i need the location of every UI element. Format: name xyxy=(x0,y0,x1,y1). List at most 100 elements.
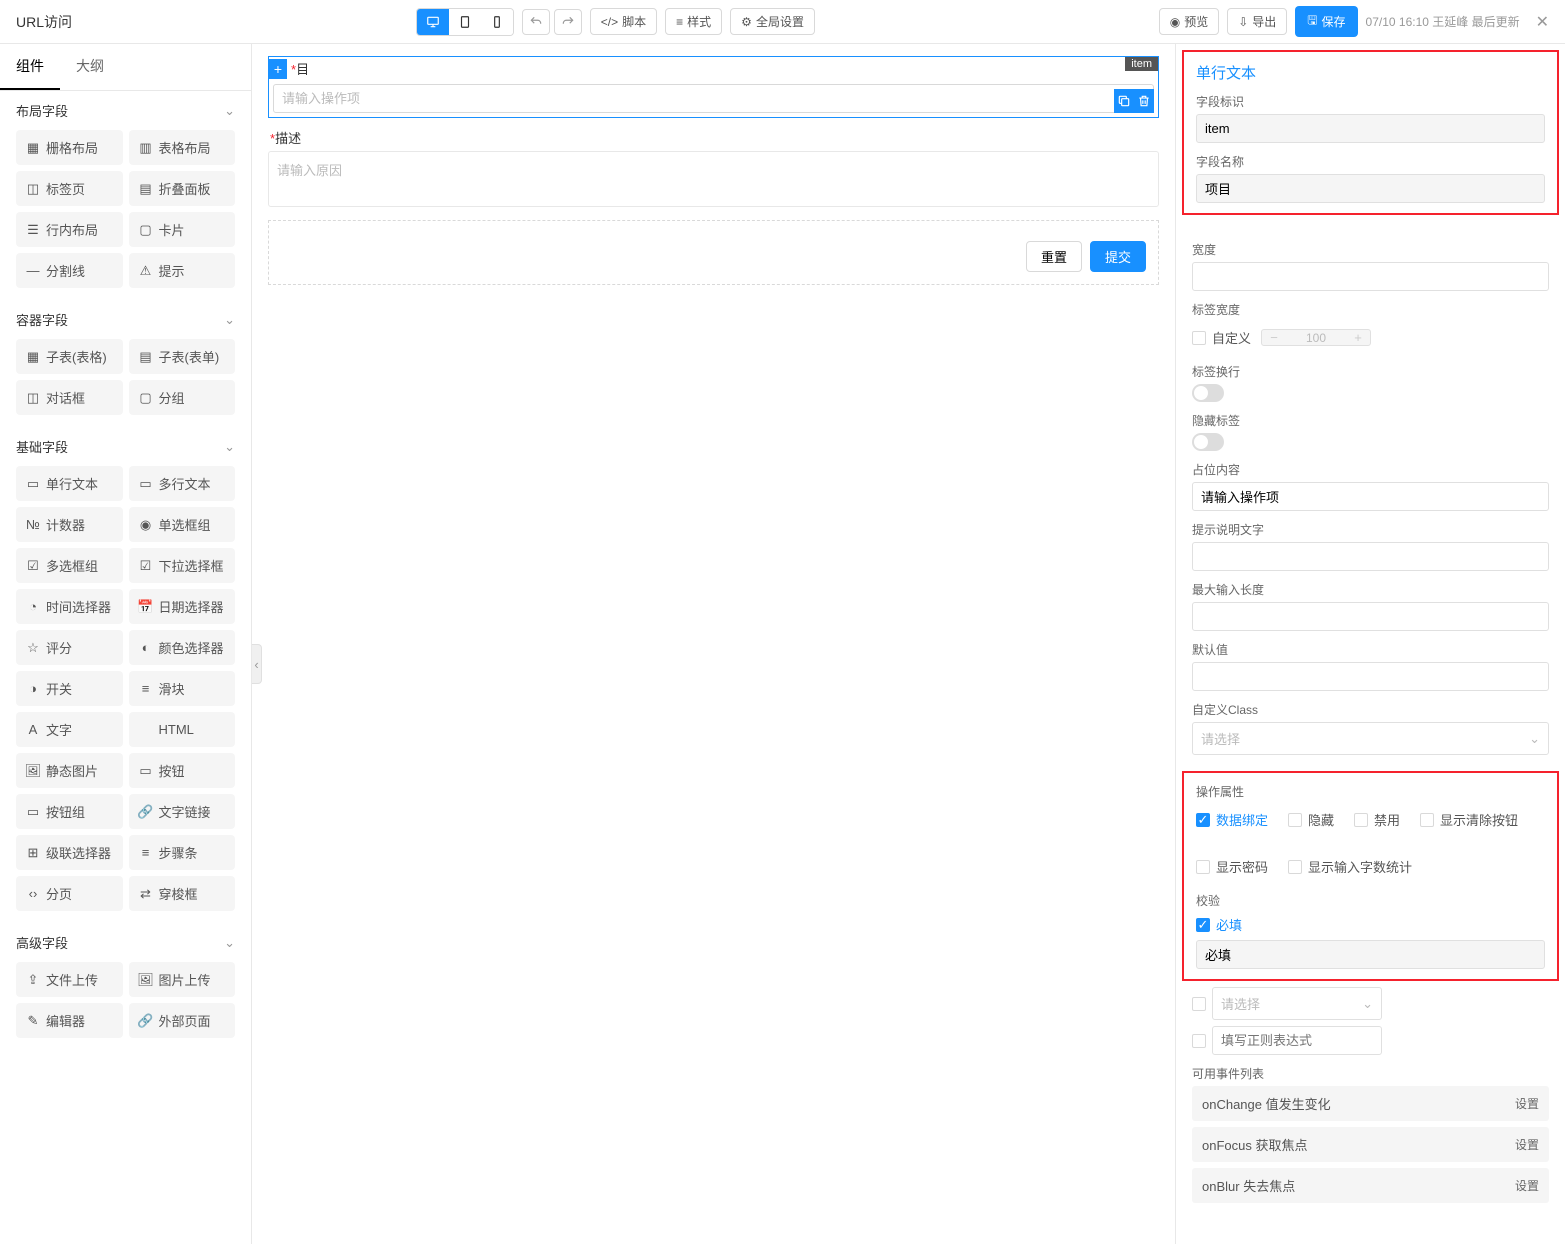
op-checkbox[interactable] xyxy=(1354,813,1368,827)
main: 组件 大纲 布局字段⌄▦栅格布局▥表格布局◫标签页▤折叠面板☰行内布局▢卡片—分… xyxy=(0,44,1565,1244)
stepper-minus[interactable]: − xyxy=(1262,330,1286,345)
component-label: 日期选择器 xyxy=(159,597,224,616)
regex-checkbox[interactable] xyxy=(1192,1034,1206,1048)
component-item[interactable]: 🖼静态图片 xyxy=(16,753,123,788)
desc-textarea[interactable] xyxy=(268,151,1159,207)
sidebar-collapse-handle[interactable]: ‹ xyxy=(252,644,262,684)
component-item[interactable]: ◉单选框组 xyxy=(129,507,236,542)
section-header[interactable]: 基础字段⌄ xyxy=(0,427,251,466)
component-item[interactable]: ▭多行文本 xyxy=(129,466,236,501)
op-checkbox[interactable]: ✓ xyxy=(1196,813,1210,827)
component-item[interactable]: ▥表格布局 xyxy=(129,130,236,165)
component-item[interactable]: ▤折叠面板 xyxy=(129,171,236,206)
section-header[interactable]: 布局字段⌄ xyxy=(0,91,251,130)
field-id-input[interactable] xyxy=(1196,114,1545,143)
desc-field[interactable]: *描述 xyxy=(268,124,1159,210)
delete-icon[interactable] xyxy=(1134,89,1154,113)
component-item[interactable]: ▭按钮 xyxy=(129,753,236,788)
selected-field[interactable]: + *目 item xyxy=(268,56,1159,118)
custom-checkbox[interactable] xyxy=(1192,331,1206,345)
component-item[interactable]: A文字 xyxy=(16,712,123,747)
event-settings-button[interactable]: 设置 xyxy=(1515,1095,1539,1112)
component-item[interactable]: ▦栅格布局 xyxy=(16,130,123,165)
op-checkbox[interactable] xyxy=(1288,860,1302,874)
op-checkbox[interactable] xyxy=(1196,860,1210,874)
hint-input[interactable] xyxy=(1192,542,1549,571)
section-header[interactable]: 容器字段⌄ xyxy=(0,300,251,339)
placeholder-input[interactable] xyxy=(1192,482,1549,511)
event-settings-button[interactable]: 设置 xyxy=(1515,1177,1539,1194)
component-item[interactable]: 🔗外部页面 xyxy=(129,1003,236,1038)
component-item[interactable]: HTML xyxy=(129,712,236,747)
style-button[interactable]: ≡样式 xyxy=(665,8,722,35)
component-label: 单行文本 xyxy=(46,474,98,493)
default-input[interactable] xyxy=(1192,662,1549,691)
hide-label-toggle[interactable] xyxy=(1192,433,1224,451)
required-msg-input[interactable] xyxy=(1196,940,1545,969)
chevron-down-icon: ⌄ xyxy=(224,103,235,119)
export-button[interactable]: ⇩导出 xyxy=(1227,8,1287,35)
redo-button[interactable] xyxy=(554,9,582,35)
component-item[interactable]: ☑多选框组 xyxy=(16,548,123,583)
component-item[interactable]: ✎编辑器 xyxy=(16,1003,123,1038)
component-item[interactable]: —分割线 xyxy=(16,253,123,288)
component-item[interactable]: 🔗文字链接 xyxy=(129,794,236,829)
component-item[interactable]: ⊞级联选择器 xyxy=(16,835,123,870)
width-input[interactable] xyxy=(1192,262,1549,291)
component-item[interactable]: ‹›分页 xyxy=(16,876,123,911)
component-item[interactable]: ◐颜色选择器 xyxy=(129,630,236,665)
component-item[interactable]: ◫标签页 xyxy=(16,171,123,206)
device-desktop[interactable] xyxy=(417,9,449,35)
maxlen-input[interactable] xyxy=(1192,602,1549,631)
component-item[interactable]: ⇄穿梭框 xyxy=(129,876,236,911)
op-checkbox[interactable] xyxy=(1288,813,1302,827)
component-item[interactable]: ▭单行文本 xyxy=(16,466,123,501)
close-icon[interactable]: ✕ xyxy=(1536,12,1549,32)
component-item[interactable]: №计数器 xyxy=(16,507,123,542)
validate-select-checkbox[interactable] xyxy=(1192,997,1206,1011)
undo-button[interactable] xyxy=(522,9,550,35)
global-settings-button[interactable]: ⚙全局设置 xyxy=(730,8,815,35)
stepper-plus[interactable]: + xyxy=(1346,330,1370,345)
component-item[interactable]: ▤子表(表单) xyxy=(129,339,236,374)
copy-icon[interactable] xyxy=(1114,89,1134,113)
component-item[interactable]: ▢分组 xyxy=(129,380,236,415)
component-item[interactable]: ▢卡片 xyxy=(129,212,236,247)
component-item[interactable]: ▭按钮组 xyxy=(16,794,123,829)
component-item[interactable]: ▦子表(表格) xyxy=(16,339,123,374)
component-item[interactable]: ◑开关 xyxy=(16,671,123,706)
tab-components[interactable]: 组件 xyxy=(0,44,60,90)
component-item[interactable]: ◫对话框 xyxy=(16,380,123,415)
class-select[interactable]: 请选择⌄ xyxy=(1192,722,1549,755)
field-name-input[interactable] xyxy=(1196,174,1545,203)
component-item[interactable]: 📅日期选择器 xyxy=(129,589,236,624)
submit-button[interactable]: 提交 xyxy=(1090,241,1146,272)
component-item[interactable]: ☆评分 xyxy=(16,630,123,665)
script-button[interactable]: </>脚本 xyxy=(590,8,657,35)
device-mobile[interactable] xyxy=(481,9,513,35)
reset-button[interactable]: 重置 xyxy=(1026,241,1082,272)
plus-icon[interactable]: + xyxy=(269,59,287,79)
component-item[interactable]: ≡步骤条 xyxy=(129,835,236,870)
component-icon: ⇄ xyxy=(139,887,153,901)
preview-button[interactable]: ◉预览 xyxy=(1159,8,1220,35)
validate-select[interactable]: 请选择⌄ xyxy=(1212,987,1382,1020)
event-settings-button[interactable]: 设置 xyxy=(1515,1136,1539,1153)
item-input[interactable] xyxy=(273,84,1154,113)
required-checkbox[interactable]: ✓ xyxy=(1196,918,1210,932)
component-item[interactable]: ⚠提示 xyxy=(129,253,236,288)
component-item[interactable]: 🖼图片上传 xyxy=(129,962,236,997)
regex-input[interactable] xyxy=(1212,1026,1382,1055)
section-header[interactable]: 高级字段⌄ xyxy=(0,923,251,962)
component-item[interactable]: ☰行内布局 xyxy=(16,212,123,247)
op-checkbox[interactable] xyxy=(1420,813,1434,827)
device-tablet[interactable] xyxy=(449,9,481,35)
component-item[interactable]: ☑下拉选择框 xyxy=(129,548,236,583)
save-button[interactable]: 🖫保存 xyxy=(1295,6,1357,37)
component-item[interactable]: ⇪文件上传 xyxy=(16,962,123,997)
label-width-stepper[interactable]: − 100 + xyxy=(1261,329,1371,346)
component-item[interactable]: ≡滑块 xyxy=(129,671,236,706)
tab-outline[interactable]: 大纲 xyxy=(60,44,120,90)
label-wrap-toggle[interactable] xyxy=(1192,384,1224,402)
component-item[interactable]: ◔时间选择器 xyxy=(16,589,123,624)
